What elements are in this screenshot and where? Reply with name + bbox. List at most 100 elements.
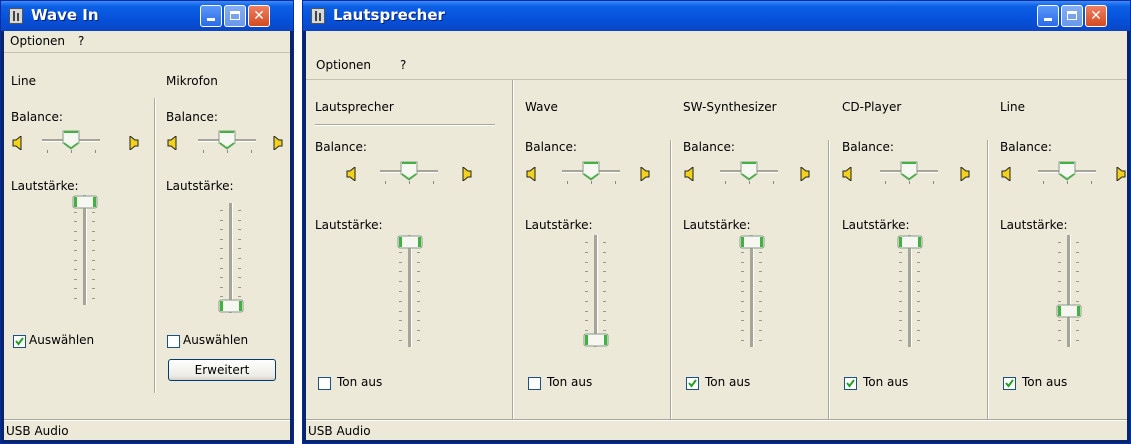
tick-mark: [1076, 251, 1079, 253]
slider-track: [408, 235, 412, 347]
tick-mark: [409, 181, 410, 184]
tick-mark: [417, 291, 420, 292]
minimize-button[interactable]: [200, 5, 222, 27]
volume-slider[interactable]: [67, 195, 103, 305]
checkmark-icon: [688, 379, 697, 388]
volume-slider[interactable]: [213, 203, 249, 313]
mute-checkbox-label[interactable]: Ton aus: [547, 375, 592, 389]
balance-slider[interactable]: [876, 160, 942, 184]
balance-thumb[interactable]: [61, 130, 81, 150]
balance-slider[interactable]: [716, 160, 782, 184]
volume-thumb[interactable]: [897, 235, 923, 249]
mixer-icon: [311, 8, 325, 24]
balance-thumb[interactable]: [739, 161, 759, 181]
tick-mark: [585, 271, 588, 273]
tick-mark: [1076, 261, 1079, 263]
mute-checkbox-label[interactable]: Ton aus: [705, 375, 750, 389]
tick-mark: [759, 291, 762, 292]
balance-slider[interactable]: [194, 129, 260, 153]
mute-checkbox-label[interactable]: Ton aus: [337, 375, 382, 389]
status-text: USB Audio: [308, 424, 371, 438]
select-checkbox[interactable]: [13, 335, 26, 348]
tick-mark: [92, 211, 95, 213]
slider-track: [594, 235, 598, 347]
balance-slider[interactable]: [38, 129, 104, 153]
tick-mark: [585, 330, 588, 332]
channel-name: Wave: [525, 100, 558, 114]
volume-label: Lautstärke:: [1000, 218, 1068, 232]
tick-mark: [399, 251, 402, 253]
volume-slider[interactable]: [892, 235, 928, 347]
tick-mark: [238, 238, 241, 240]
tick-mark: [899, 340, 902, 341]
mute-checkbox-label[interactable]: Ton aus: [1022, 375, 1067, 389]
mute-checkbox-label[interactable]: Ton aus: [863, 375, 908, 389]
menu-optionen[interactable]: Optionen: [10, 34, 65, 48]
mute-checkbox[interactable]: [844, 377, 857, 390]
volume-slider[interactable]: [734, 235, 770, 347]
tick-mark: [1076, 281, 1079, 283]
title-bar[interactable]: Wave In ✕: [1, 1, 293, 31]
volume-thumb[interactable]: [218, 299, 244, 313]
tick-mark: [417, 281, 420, 283]
balance-thumb[interactable]: [399, 161, 419, 181]
volume-thumb[interactable]: [583, 333, 609, 347]
tick-mark: [92, 298, 95, 299]
volume-thumb[interactable]: [72, 195, 98, 209]
tick-mark: [909, 181, 910, 184]
tick-mark: [1058, 291, 1061, 292]
balance-slider[interactable]: [1034, 160, 1100, 184]
volume-thumb[interactable]: [397, 235, 423, 249]
minimize-button[interactable]: [1037, 5, 1059, 27]
volume-slider[interactable]: [578, 235, 614, 347]
tick-mark: [603, 271, 606, 273]
menu-help[interactable]: ?: [78, 34, 84, 48]
menu-help[interactable]: ?: [400, 58, 406, 72]
mute-checkbox[interactable]: [528, 377, 541, 390]
balance-thumb[interactable]: [899, 161, 919, 181]
volume-label: Lautstärke:: [842, 218, 910, 232]
tick-mark: [917, 320, 920, 322]
window-title: Wave In: [31, 6, 99, 24]
tick-mark: [433, 181, 435, 184]
balance-thumb[interactable]: [1057, 161, 1077, 181]
tick-mark: [566, 181, 568, 184]
maximize-button[interactable]: [1061, 5, 1083, 27]
volume-thumb[interactable]: [1056, 304, 1082, 318]
tick-mark: [1058, 261, 1061, 263]
tick-mark: [585, 242, 588, 243]
close-button[interactable]: ✕: [248, 5, 270, 27]
volume-label: Lautstärke:: [11, 179, 79, 193]
tick-mark: [1058, 251, 1061, 253]
mute-checkbox[interactable]: [1003, 377, 1016, 390]
tick-mark: [220, 286, 223, 288]
channel-name: CD-Player: [842, 100, 902, 114]
channel-panels: Line Balance: Lautstärke: Auswählen Mikr…: [4, 52, 290, 420]
advanced-button[interactable]: Erweitert: [168, 359, 276, 381]
maximize-button[interactable]: [224, 5, 246, 27]
balance-slider[interactable]: [376, 160, 442, 184]
tick-mark: [603, 320, 606, 322]
mute-checkbox[interactable]: [318, 377, 331, 390]
volume-slider[interactable]: [392, 235, 428, 347]
balance-slider[interactable]: [558, 160, 624, 184]
menu-optionen[interactable]: Optionen: [316, 58, 371, 72]
tick-mark: [759, 330, 762, 332]
volume-thumb[interactable]: [739, 235, 765, 249]
tick-mark: [899, 320, 902, 322]
mute-checkbox[interactable]: [686, 377, 699, 390]
tick-mark: [238, 258, 241, 259]
channel-name: SW-Synthesizer: [683, 100, 777, 114]
balance-thumb[interactable]: [217, 130, 237, 150]
balance-thumb[interactable]: [581, 161, 601, 181]
master-separator: [315, 124, 495, 126]
volume-slider[interactable]: [1051, 235, 1087, 347]
title-bar[interactable]: Lautsprecher ✕: [303, 1, 1130, 31]
select-checkbox[interactable]: [167, 335, 180, 348]
tick-mark: [759, 310, 762, 312]
select-checkbox-label[interactable]: Auswählen: [29, 333, 94, 347]
tick-mark: [220, 296, 223, 298]
select-checkbox-label[interactable]: Auswählen: [183, 333, 248, 347]
close-button[interactable]: ✕: [1085, 5, 1107, 27]
maximize-icon: [230, 11, 240, 20]
